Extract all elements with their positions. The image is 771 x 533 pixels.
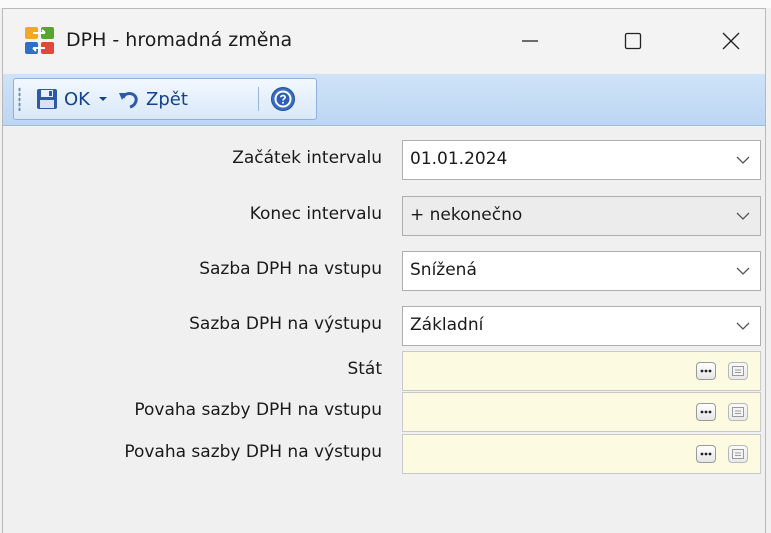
back-label: Zpět <box>146 88 188 110</box>
vat-output-rate-label: Sazba DPH na výstupu <box>189 314 382 334</box>
back-button[interactable]: Zpět <box>118 79 188 119</box>
form-row-vat-input: Sazba DPH na vstupu Snížená <box>3 251 765 291</box>
end-interval-combo[interactable]: + nekonečno <box>402 196 761 236</box>
minimize-button[interactable] <box>494 9 566 73</box>
chevron-down-icon[interactable] <box>736 211 750 221</box>
toolbar-group: OK Zpět <box>13 78 317 120</box>
country-label: Stát <box>347 359 382 379</box>
maximize-button[interactable] <box>597 9 669 73</box>
minimize-icon <box>522 40 538 42</box>
card-icon <box>732 449 744 459</box>
window-title: DPH - hromadná změna <box>66 29 293 51</box>
ellipsis-icon <box>700 410 712 414</box>
vat-output-rate-value: Základní <box>410 315 484 335</box>
vat-input-rate-label: Sazba DPH na vstupu <box>199 259 382 279</box>
start-interval-value: 01.01.2024 <box>410 149 508 169</box>
country-lookup-field[interactable] <box>402 351 761 391</box>
form-row-vat-output-nature: Povaha sazby DPH na výstupu <box>3 434 765 474</box>
chevron-down-icon[interactable] <box>736 266 750 276</box>
vat-input-nature-lookup-field[interactable] <box>402 392 761 432</box>
vat-output-nature-label: Povaha sazby DPH na výstupu <box>124 442 382 462</box>
title-bar: DPH - hromadná změna <box>3 9 765 73</box>
vat-output-rate-combo[interactable]: Základní <box>402 306 761 346</box>
close-icon <box>722 32 740 50</box>
form-row-start: Začátek intervalu 01.01.2024 <box>3 140 765 180</box>
form-row-country: Stát <box>3 351 765 391</box>
toolbar-separator <box>258 87 259 111</box>
ok-button[interactable]: OK <box>36 79 90 119</box>
end-interval-label: Konec intervalu <box>249 204 382 224</box>
vat-output-nature-browse-button[interactable] <box>696 445 716 463</box>
chevron-down-icon[interactable] <box>736 321 750 331</box>
form-row-vat-input-nature: Povaha sazby DPH na vstupu <box>3 392 765 432</box>
top-strip <box>0 0 771 8</box>
start-interval-combo[interactable]: 01.01.2024 <box>402 140 761 180</box>
form-row-end: Konec intervalu + nekonečno <box>3 196 765 236</box>
ellipsis-icon <box>700 369 712 373</box>
card-icon <box>732 366 744 376</box>
ok-dropdown-button[interactable] <box>98 79 108 119</box>
card-icon <box>732 407 744 417</box>
toolbar-grip[interactable] <box>18 87 21 111</box>
vat-output-nature-lookup-field[interactable] <box>402 434 761 474</box>
form-row-vat-output: Sazba DPH na výstupu Základní <box>3 306 765 346</box>
start-interval-label: Začátek intervalu <box>232 148 382 168</box>
vat-input-rate-combo[interactable]: Snížená <box>402 251 761 291</box>
undo-icon <box>119 92 138 109</box>
help-icon <box>271 87 295 111</box>
country-detail-button[interactable] <box>728 362 748 380</box>
vat-input-nature-detail-button[interactable] <box>728 403 748 421</box>
maximize-icon <box>624 32 642 50</box>
dialog-window: DPH - hromadná změna OK Zpět Začátek int… <box>2 8 766 533</box>
close-button[interactable] <box>695 9 767 73</box>
ellipsis-icon <box>700 452 712 456</box>
chevron-down-icon[interactable] <box>736 155 750 165</box>
dropdown-arrow-icon <box>99 97 107 101</box>
toolbar: OK Zpět <box>3 74 765 126</box>
app-grid-icon <box>24 26 56 56</box>
vat-output-nature-detail-button[interactable] <box>728 445 748 463</box>
ok-label: OK <box>64 88 90 110</box>
save-icon <box>37 89 57 109</box>
country-browse-button[interactable] <box>696 362 716 380</box>
end-interval-value: + nekonečno <box>410 205 523 225</box>
vat-input-nature-label: Povaha sazby DPH na vstupu <box>134 400 382 420</box>
vat-input-rate-value: Snížená <box>410 260 477 280</box>
vat-input-nature-browse-button[interactable] <box>696 403 716 421</box>
help-button[interactable] <box>270 79 296 119</box>
